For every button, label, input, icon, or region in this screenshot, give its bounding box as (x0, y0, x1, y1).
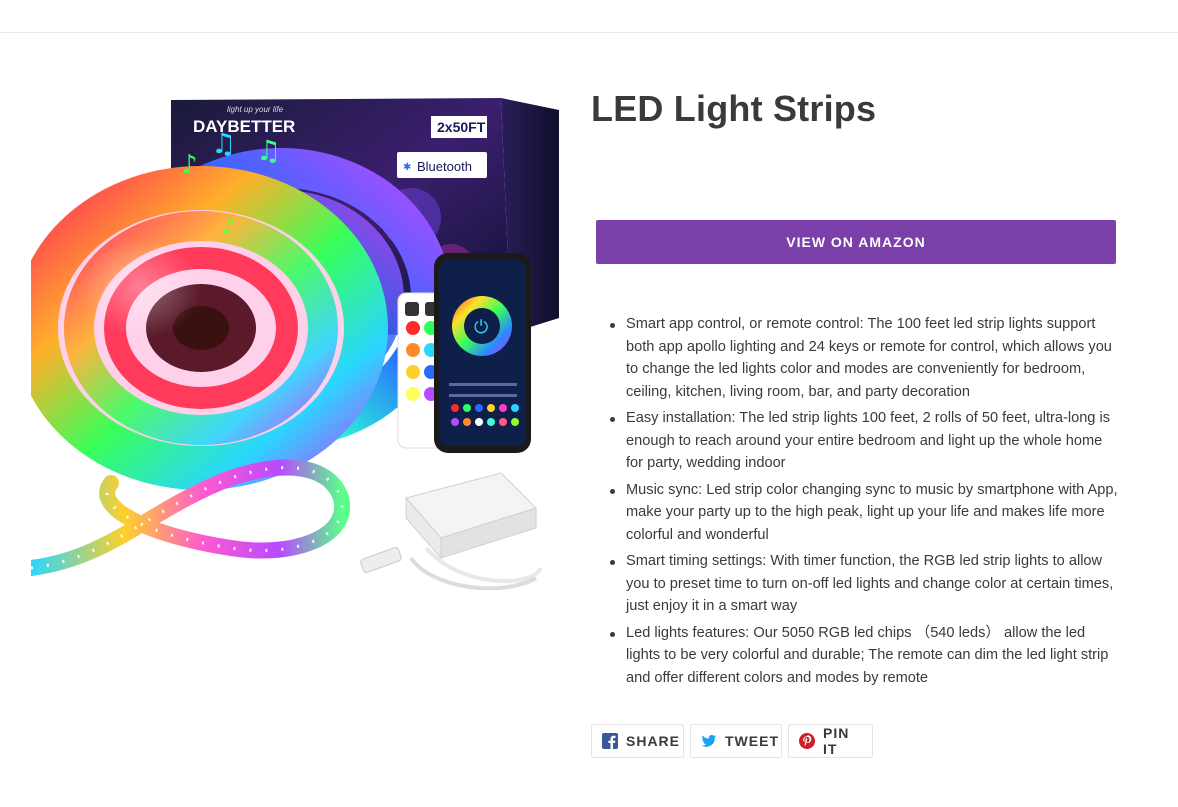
pinterest-pin-button[interactable]: PIN IT (788, 724, 873, 758)
header-divider (0, 32, 1178, 33)
twitter-icon (701, 733, 717, 749)
feature-item: Music sync: Led strip color changing syn… (610, 479, 1120, 547)
twitter-tweet-button[interactable]: TWEET (690, 724, 782, 758)
feature-item: Smart app control, or remote control: Th… (610, 313, 1120, 403)
twitter-tweet-label: TWEET (725, 733, 779, 749)
bluetooth-badge: Bluetooth (417, 159, 472, 174)
view-on-amazon-button[interactable]: VIEW ON AMAZON (596, 220, 1116, 264)
music-note-icon: ♫ (256, 134, 281, 167)
product-title: LED Light Strips (591, 88, 877, 129)
product-image[interactable]: DAYBETTER light up your life 2x50FT ✱ Bl… (31, 88, 561, 618)
music-note-icon: ♫ (211, 127, 236, 160)
pinterest-icon (799, 733, 815, 749)
power-icon: ⏻ (474, 317, 488, 338)
feature-item: Easy installation: The led strip lights … (610, 407, 1120, 475)
facebook-share-button[interactable]: SHARE (591, 724, 684, 758)
product-photo: DAYBETTER light up your life 2x50FT ✱ Bl… (31, 98, 559, 591)
pinterest-pin-label: PIN IT (823, 725, 850, 757)
brand-tagline: light up your life (227, 105, 284, 114)
music-note-icon: ♪ (221, 214, 235, 239)
facebook-icon (602, 733, 618, 749)
feature-item: Smart timing settings: With timer functi… (610, 550, 1120, 618)
size-badge: 2x50FT (437, 119, 486, 135)
bluetooth-glyph: ✱ (403, 162, 411, 173)
feature-item: Led lights features: Our 5050 RGB led ch… (610, 622, 1120, 690)
music-note-icon: ♪ (181, 150, 198, 180)
feature-list: Smart app control, or remote control: Th… (610, 313, 1120, 693)
facebook-share-label: SHARE (626, 733, 681, 749)
